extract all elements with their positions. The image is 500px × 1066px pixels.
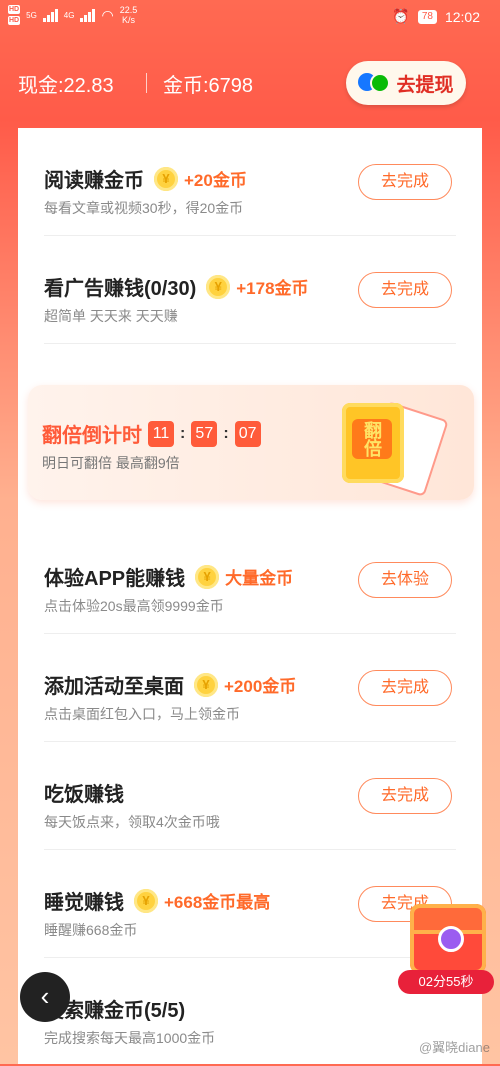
task-reward: +668金币最高 — [164, 893, 271, 912]
countdown-hours: 11 — [148, 420, 174, 447]
task-title: 看广告赚钱(0/30) — [44, 278, 197, 300]
coin-icon: ¥ — [194, 672, 218, 697]
signal-icon-2 — [80, 8, 96, 22]
coin-balance: 金币:6798 — [163, 75, 254, 97]
withdraw-button[interactable]: 去提现 — [346, 61, 466, 105]
task-action-button[interactable]: 去完成 — [358, 778, 452, 814]
task-desc: 每天饭点来，领取4次金币哦 — [44, 814, 220, 830]
task-desc: 超简单 天天来 天天赚 — [44, 308, 178, 324]
double-card-illustration: 翻倍 — [338, 399, 449, 497]
double-countdown-banner[interactable]: 翻倍倒计时 11 : 57 : 07 明日可翻倍 最高翻9倍 翻倍 — [28, 385, 474, 500]
hd-indicator: HD HD — [8, 5, 21, 25]
wifi-icon: ◠ — [101, 6, 114, 23]
task-desc: 睡醒赚668金币 — [44, 922, 138, 938]
countdown-seconds: 07 — [234, 420, 261, 447]
coin-icon: ¥ — [134, 888, 158, 913]
task-action-button[interactable]: 去完成 — [358, 670, 452, 706]
task-action-button[interactable]: 去体验 — [358, 562, 452, 598]
task-reward: +20金币 — [184, 171, 247, 190]
task-row: 吃饭赚钱 每天饭点来，领取4次金币哦 去完成 — [18, 742, 482, 850]
cash-balance: 现金:22.83 — [18, 75, 114, 97]
task-row: 看广告赚钱(0/30) ¥ +178金币 超简单 天天来 天天赚 去完成 — [18, 236, 482, 344]
coin-icon: ¥ — [154, 166, 178, 191]
task-reward: +178金币 — [236, 279, 309, 298]
task-title: 阅读赚金币 — [44, 170, 144, 192]
network-type-2: 4G — [63, 10, 75, 20]
task-desc: 完成搜索每天最高1000金币 — [44, 1030, 216, 1046]
task-title: 体验APP能赚钱 — [44, 568, 186, 590]
task-title: 吃饭赚钱 — [44, 784, 124, 806]
double-desc: 明日可翻倍 最高翻9倍 — [42, 455, 180, 471]
battery-icon: 78 — [417, 9, 437, 24]
payment-icon — [358, 73, 391, 93]
task-title: 睡觉赚钱 — [44, 892, 124, 914]
task-action-button[interactable]: 去完成 — [358, 272, 452, 308]
back-button[interactable]: ‹ — [20, 972, 70, 1022]
task-row: 体验APP能赚钱 ¥ 大量金币 点击体验20s最高领9999金币 去体验 — [18, 526, 482, 634]
net-speed: 22.5 K/s — [119, 5, 138, 25]
task-row: 添加活动至桌面 ¥ +200金币 点击桌面红包入口，马上领金币 去完成 — [18, 634, 482, 742]
task-desc: 每看文章或视频30秒，得20金币 — [44, 200, 244, 216]
task-reward: +200金币 — [224, 677, 297, 696]
treasure-chest-icon — [410, 904, 486, 974]
signal-icon — [42, 8, 58, 22]
task-title: 添加活动至桌面 — [44, 676, 184, 698]
status-bar: HD HD 5G 4G ◠ 22.5 K/s ⏰ 78 12:02 — [0, 0, 500, 34]
task-desc: 点击体验20s最高领9999金币 — [44, 598, 224, 614]
time: 12:02 — [444, 8, 480, 25]
double-badge: 翻倍 — [352, 419, 392, 459]
task-row: 阅读赚金币 ¥ +20金币 每看文章或视频30秒，得20金币 去完成 — [18, 128, 482, 236]
task-reward: 大量金币 — [225, 569, 294, 588]
countdown-minutes: 57 — [191, 420, 218, 447]
double-title: 翻倍倒计时 — [42, 425, 142, 447]
treasure-chest-widget[interactable]: 02分55秒 — [396, 898, 496, 998]
alarm-icon: ⏰ — [392, 8, 410, 24]
divider — [146, 73, 147, 93]
coin-icon: ¥ — [206, 274, 231, 299]
task-action-button[interactable]: 去完成 — [358, 164, 452, 200]
network-type-1: 5G — [26, 10, 37, 20]
treasure-timer: 02分55秒 — [398, 970, 494, 994]
task-desc: 点击桌面红包入口，马上领金币 — [44, 706, 240, 722]
balance-header: 现金:22.83 金币:6798 去提现 — [0, 55, 500, 115]
watermark: @翼晓diane — [418, 1040, 490, 1055]
coin-icon: ¥ — [195, 564, 220, 589]
